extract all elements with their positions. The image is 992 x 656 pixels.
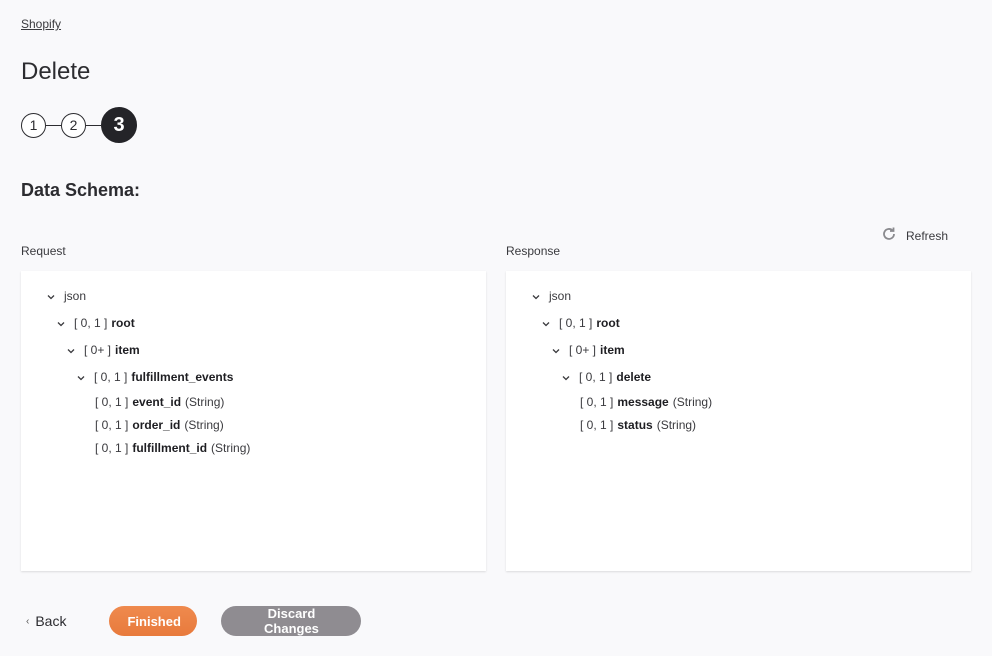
node-name: item — [600, 343, 625, 357]
tree-node[interactable]: [ 0, 1 ] fulfillment_id (String) — [95, 441, 250, 455]
request-label: Request — [21, 244, 66, 258]
tree-node[interactable]: [ 0, 1 ] event_id (String) — [95, 395, 224, 409]
tree-node[interactable]: json — [531, 289, 571, 303]
cardinality: [ 0, 1 ] — [74, 316, 108, 330]
page-title: Delete — [21, 58, 91, 85]
cardinality: [ 0, 1 ] — [580, 418, 614, 432]
node-name: message — [617, 395, 669, 409]
chevron-down-icon[interactable] — [551, 345, 561, 355]
node-name: json — [64, 289, 87, 303]
node-name: delete — [616, 370, 652, 384]
cardinality: [ 0, 1 ] — [94, 370, 128, 384]
tree-node[interactable]: [ 0, 1 ] status (String) — [580, 418, 696, 432]
response-label: Response — [506, 244, 561, 258]
request-schema-panel: json[ 0, 1 ] root[ 0+ ] item[ 0, 1 ] fulfil… — [21, 271, 486, 571]
step-1[interactable]: 1 — [21, 112, 46, 138]
breadcrumb-shopify[interactable]: Shopify — [21, 17, 61, 31]
tree-node[interactable]: [ 0, 1 ] order_id (String) — [95, 418, 224, 432]
node-name: root — [111, 316, 135, 330]
tree-node[interactable]: json — [46, 289, 86, 303]
cardinality: [ 0, 1 ] — [579, 370, 613, 384]
refresh-icon — [881, 226, 897, 245]
cardinality: [ 0, 1 ] — [559, 316, 593, 330]
node-name: json — [549, 289, 572, 303]
tree-node[interactable]: [ 0, 1 ] root — [541, 316, 620, 330]
node-type: (String) — [656, 418, 697, 432]
step-2[interactable]: 2 — [61, 112, 86, 138]
cardinality: [ 0, 1 ] — [95, 418, 129, 432]
refresh-label: Refresh — [906, 228, 949, 243]
node-name: root — [596, 316, 620, 330]
chevron-down-icon[interactable] — [561, 372, 571, 382]
response-schema-panel: json[ 0, 1 ] root[ 0+ ] item[ 0, 1 ] delete… — [506, 271, 971, 571]
chevron-down-icon[interactable] — [66, 345, 76, 355]
cardinality: [ 0, 1 ] — [95, 395, 129, 409]
tree-node[interactable]: [ 0, 1 ] fulfillment_events — [76, 370, 233, 384]
footer-actions: ‹ Back Finished Discard Changes — [26, 606, 362, 636]
section-title: Data Schema: — [21, 180, 141, 200]
tree-node[interactable]: [ 0, 1 ] root — [56, 316, 135, 330]
step-connector — [86, 124, 101, 126]
step-3-active[interactable]: 3 — [101, 107, 137, 143]
cardinality: [ 0, 1 ] — [95, 441, 129, 455]
node-type: (String) — [185, 395, 225, 409]
node-type: (String) — [184, 418, 224, 432]
chevron-down-icon[interactable] — [76, 372, 86, 382]
stepper: 1 2 3 — [21, 107, 137, 143]
node-name: item — [115, 343, 140, 357]
discard-changes-button[interactable]: Discard Changes — [221, 606, 362, 636]
cardinality: [ 0, 1 ] — [580, 395, 614, 409]
chevron-down-icon[interactable] — [541, 318, 551, 328]
refresh-button[interactable]: Refresh — [881, 226, 948, 245]
chevron-down-icon[interactable] — [46, 291, 56, 301]
tree-node[interactable]: [ 0, 1 ] message (String) — [580, 395, 712, 409]
node-type: (String) — [672, 395, 713, 409]
cardinality: [ 0+ ] — [569, 343, 597, 357]
node-name: event_id — [132, 395, 182, 409]
tree-node[interactable]: [ 0+ ] item — [551, 343, 625, 357]
chevron-down-icon[interactable] — [531, 291, 541, 301]
chevron-down-icon[interactable] — [56, 318, 66, 328]
tree-node[interactable]: [ 0, 1 ] delete — [561, 370, 651, 384]
node-name: fulfillment_events — [131, 370, 234, 384]
cardinality: [ 0+ ] — [84, 343, 112, 357]
finished-button[interactable]: Finished — [109, 606, 198, 636]
back-label: Back — [35, 613, 67, 629]
node-name: fulfillment_id — [132, 441, 208, 455]
node-name: status — [617, 418, 653, 432]
tree-node[interactable]: [ 0+ ] item — [66, 343, 140, 357]
node-type: (String) — [211, 441, 251, 455]
back-button[interactable]: ‹ Back — [26, 613, 66, 629]
step-connector — [46, 124, 61, 126]
node-name: order_id — [132, 418, 181, 432]
chevron-left-icon: ‹ — [26, 615, 30, 627]
